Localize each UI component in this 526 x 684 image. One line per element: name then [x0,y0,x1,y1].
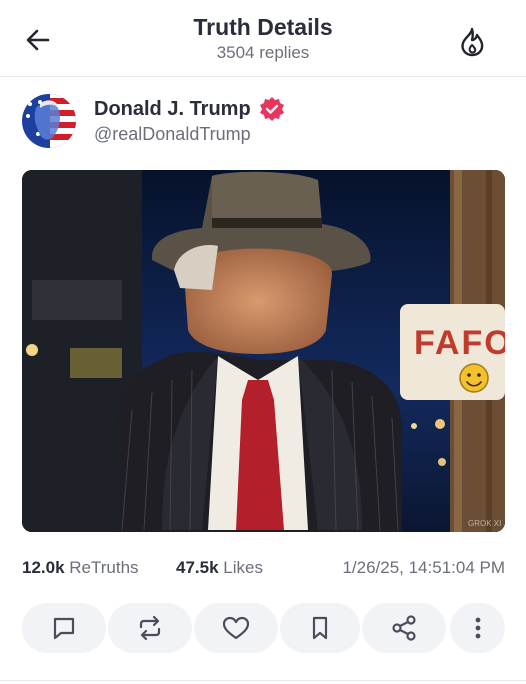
retruths-label: ReTruths [69,558,139,577]
retruths-count: 12.0k [22,558,65,577]
top-bar: Truth Details 3504 replies [0,0,526,77]
post-image[interactable]: FAFO GROK XI [22,170,505,532]
trending-button[interactable] [454,24,490,60]
bookmark-button[interactable] [280,603,360,653]
heart-icon [222,616,250,640]
verified-badge-icon [259,97,284,121]
retruths-stat[interactable]: 12.0k ReTruths [22,558,139,578]
like-button[interactable] [194,603,278,653]
author-avatar[interactable] [22,94,76,148]
more-vertical-icon [475,617,480,639]
likes-count: 47.5k [176,558,219,577]
more-button[interactable] [450,603,505,653]
author-name[interactable]: Donald J. Trump [94,98,251,121]
retruth-button[interactable] [108,603,192,653]
action-bar [22,603,505,653]
comment-icon [53,617,75,640]
reply-count: 3504 replies [216,43,310,62]
bookmark-icon [312,616,328,640]
author-row: Donald J. Trump [94,96,285,122]
likes-stat[interactable]: 47.5k Likes [176,558,263,578]
page-title: Truth Details [193,14,333,40]
image-watermark: GROK XI [468,519,501,528]
post-timestamp: 1/26/25, 14:51:04 PM [342,558,505,577]
share-button[interactable] [362,603,446,653]
share-icon [392,615,416,641]
flame-icon [461,27,484,57]
bottom-divider [0,680,526,681]
author-handle: @realDonaldTrump [94,124,251,144]
reply-button[interactable] [22,603,106,653]
sign-text: FAFO [414,324,505,362]
likes-label: Likes [223,558,263,577]
repost-icon [139,615,161,641]
